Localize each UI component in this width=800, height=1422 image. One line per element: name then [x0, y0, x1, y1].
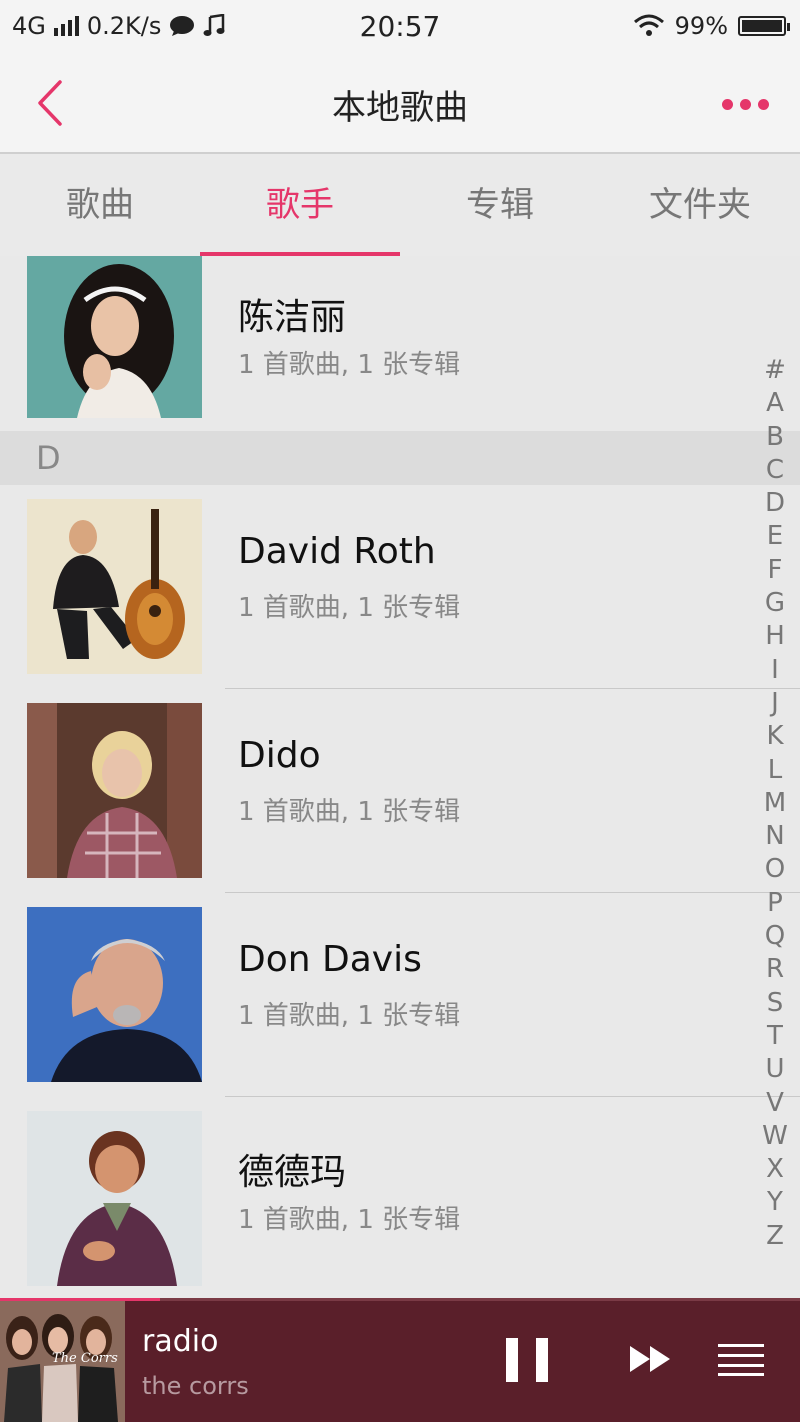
index-letter[interactable]: S — [767, 987, 784, 1020]
artist-list: 陈洁丽 1 首歌曲, 1 张专辑 D David Roth 1 首歌曲, 1 张… — [0, 256, 800, 1301]
index-letter[interactable]: L — [768, 754, 783, 787]
index-letter[interactable]: C — [766, 454, 784, 487]
index-letter[interactable]: U — [765, 1053, 784, 1086]
artist-name: Don Davis — [238, 939, 422, 980]
artist-photo — [27, 1111, 202, 1286]
artist-photo — [27, 907, 202, 1082]
progress-fill — [0, 1298, 160, 1301]
artist-name: 陈洁丽 — [238, 297, 347, 338]
index-letter[interactable]: G — [765, 587, 785, 620]
artist-meta: 1 首歌曲, 1 张专辑 — [238, 797, 461, 827]
status-bar: 4G 0.2K/s 20:57 99% — [0, 0, 800, 54]
battery-level — [742, 20, 782, 32]
list-icon — [718, 1344, 764, 1376]
artist-photo — [27, 256, 202, 418]
album-cover: The Corrs — [0, 1298, 125, 1422]
index-letter[interactable]: H — [765, 620, 785, 653]
more-options-button[interactable] — [722, 90, 772, 118]
artist-meta: 1 首歌曲, 1 张专辑 — [238, 1001, 461, 1031]
index-letter[interactable]: M — [764, 787, 786, 820]
song-title: radio — [142, 1324, 219, 1359]
index-letter[interactable]: J — [771, 687, 779, 720]
index-letter[interactable]: Z — [766, 1220, 784, 1253]
battery-icon — [738, 16, 790, 36]
tab-folders[interactable]: 文件夹 — [600, 154, 800, 256]
cover-text: The Corrs — [52, 1351, 118, 1366]
dot-icon — [758, 98, 769, 110]
song-artist: the corrs — [142, 1372, 249, 1400]
index-letter[interactable]: A — [766, 387, 784, 420]
index-letter[interactable]: N — [765, 820, 784, 853]
artist-meta: 1 首歌曲, 1 张专辑 — [238, 1205, 461, 1235]
tab-albums[interactable]: 专辑 — [400, 154, 600, 256]
index-letter[interactable]: B — [766, 421, 784, 454]
pause-icon — [506, 1338, 518, 1382]
artist-name: David Roth — [238, 531, 436, 572]
playlist-button[interactable] — [718, 1342, 764, 1376]
app-header: 本地歌曲 — [0, 54, 800, 154]
playback-progress[interactable] — [0, 1298, 800, 1301]
artist-photo — [27, 499, 202, 674]
index-letter[interactable]: X — [766, 1153, 784, 1186]
index-letter[interactable]: P — [767, 887, 783, 920]
tab-artists[interactable]: 歌手 — [200, 154, 400, 256]
pause-button[interactable] — [506, 1338, 548, 1382]
artist-row[interactable]: David Roth 1 首歌曲, 1 张专辑 — [0, 485, 800, 689]
status-right: 99% — [633, 12, 790, 40]
artist-row[interactable]: 陈洁丽 1 首歌曲, 1 张专辑 — [0, 256, 760, 431]
index-letter[interactable]: Q — [765, 920, 785, 953]
index-letter[interactable]: K — [766, 720, 783, 753]
artist-meta: 1 首歌曲, 1 张专辑 — [238, 593, 461, 623]
battery-percent: 99% — [674, 12, 728, 40]
artist-row[interactable]: Dido 1 首歌曲, 1 张专辑 — [0, 689, 800, 893]
wifi-icon — [633, 14, 664, 36]
artist-row[interactable]: 德德玛 1 首歌曲, 1 张专辑 — [0, 1097, 760, 1301]
dot-icon — [722, 98, 733, 110]
artist-name: Dido — [238, 735, 321, 776]
index-letter[interactable]: I — [771, 654, 779, 687]
artist-meta: 1 首歌曲, 1 张专辑 — [238, 350, 461, 380]
artist-photo — [27, 703, 202, 878]
index-letter[interactable]: # — [764, 354, 786, 387]
next-button[interactable] — [628, 1344, 674, 1374]
tab-bar: 歌曲 歌手 专辑 文件夹 — [0, 154, 800, 256]
page-title: 本地歌曲 — [332, 88, 468, 128]
index-letter[interactable]: W — [762, 1120, 788, 1153]
now-playing-bar[interactable]: The Corrs radio the corrs — [0, 1298, 800, 1422]
index-letter[interactable]: Y — [767, 1186, 783, 1219]
section-letter: D — [36, 439, 61, 477]
index-letter[interactable]: V — [766, 1087, 784, 1120]
artist-name: 德德玛 — [238, 1152, 347, 1193]
index-letter[interactable]: T — [767, 1020, 783, 1053]
dot-icon — [740, 98, 751, 110]
index-letter[interactable]: D — [765, 487, 785, 520]
tab-songs[interactable]: 歌曲 — [0, 154, 200, 256]
alphabet-index[interactable]: # A B C D E F G H I J K L M N O P Q R S T U V W X Y Z — [760, 354, 790, 1253]
index-letter[interactable]: R — [766, 953, 784, 986]
index-letter[interactable]: E — [767, 520, 783, 553]
section-header: D — [0, 431, 800, 485]
index-letter[interactable]: F — [768, 554, 783, 587]
fast-forward-icon — [630, 1346, 670, 1372]
index-letter[interactable]: O — [765, 853, 785, 886]
artist-row[interactable]: Don Davis 1 首歌曲, 1 张专辑 — [0, 893, 800, 1097]
